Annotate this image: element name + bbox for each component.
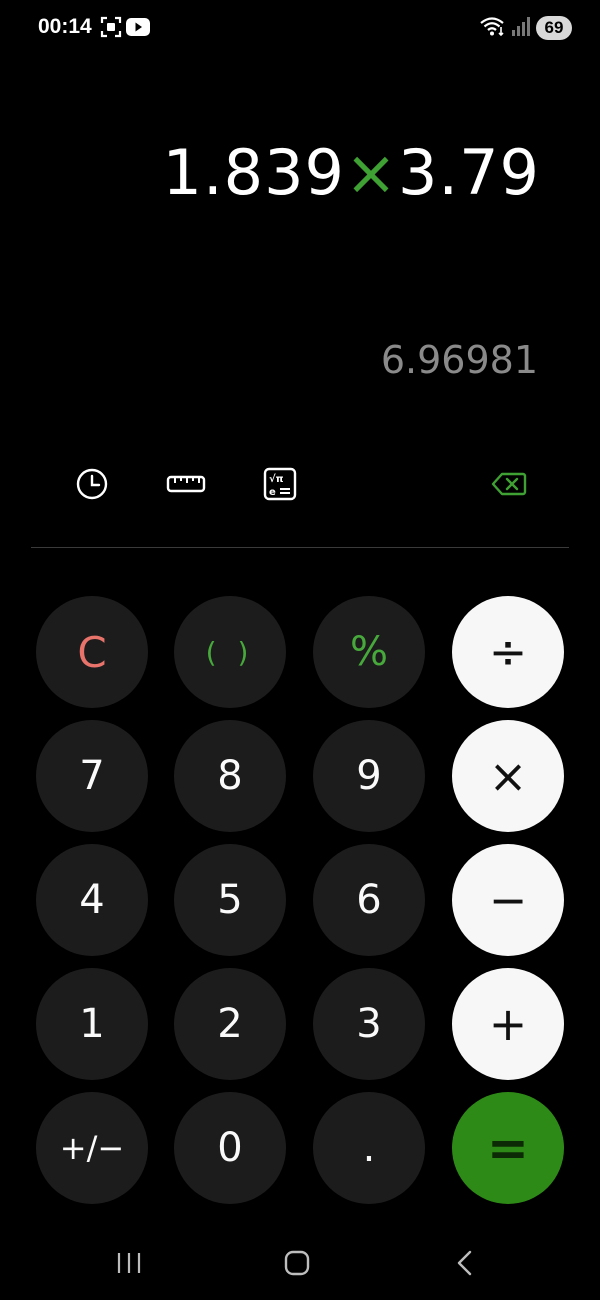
digit-7-button[interactable]: 7: [36, 720, 148, 832]
result-preview: 6.96981: [380, 338, 538, 382]
scientific-mode-button[interactable]: √π e: [262, 466, 298, 502]
digit-5-button[interactable]: 5: [174, 844, 286, 956]
add-button[interactable]: +: [452, 968, 564, 1080]
equals-button[interactable]: =: [452, 1092, 564, 1204]
signal-icon: [512, 16, 530, 41]
parentheses-button[interactable]: ( ): [174, 596, 286, 708]
youtube-icon: [126, 18, 150, 41]
operand-a: 1.839: [162, 136, 345, 209]
home-button[interactable]: [272, 1238, 322, 1288]
ruler-icon: [166, 475, 206, 493]
divide-button[interactable]: ÷: [452, 596, 564, 708]
digit-1-button[interactable]: 1: [36, 968, 148, 1080]
status-indicators: 69: [480, 15, 572, 41]
back-button[interactable]: [440, 1238, 490, 1288]
clear-button[interactable]: C: [36, 596, 148, 708]
multiply-button[interactable]: ×: [452, 720, 564, 832]
recent-apps-button[interactable]: [104, 1238, 154, 1288]
status-bar: 00:14 69: [0, 0, 600, 56]
digit-3-button[interactable]: 3: [313, 968, 425, 1080]
recent-apps-icon: [117, 1253, 141, 1273]
screen-recorder-icon: [100, 16, 122, 43]
display-divider: [31, 547, 569, 548]
expression-display: 1.839×3.79: [163, 136, 541, 209]
operator-symbol: ×: [345, 136, 398, 209]
digit-9-button[interactable]: 9: [313, 720, 425, 832]
toggle-sign-button[interactable]: +/−: [36, 1092, 148, 1204]
backspace-button[interactable]: [490, 466, 528, 502]
svg-text:e: e: [269, 487, 276, 498]
wifi-icon: [480, 15, 506, 42]
calculator-screen: 00:14 69 1.839×3.79 6.96981 √π e C () %…: [0, 0, 600, 1300]
svg-text:√π: √π: [269, 473, 284, 485]
scientific-mode-icon: √π e: [263, 467, 297, 501]
digit-6-button[interactable]: 6: [313, 844, 425, 956]
battery-badge: 69: [536, 16, 572, 40]
digit-2-button[interactable]: 2: [174, 968, 286, 1080]
unit-converter-button[interactable]: [166, 466, 206, 502]
clock-icon: [76, 468, 108, 500]
digit-8-button[interactable]: 8: [174, 720, 286, 832]
home-icon: [284, 1250, 310, 1276]
digit-4-button[interactable]: 4: [36, 844, 148, 956]
backspace-icon: [491, 472, 527, 496]
back-chevron-icon: [457, 1250, 472, 1276]
decimal-point-button[interactable]: .: [313, 1092, 425, 1204]
percent-button[interactable]: %: [313, 596, 425, 708]
status-time: 00:14: [38, 15, 92, 38]
subtract-button[interactable]: −: [452, 844, 564, 956]
operand-b: 3.79: [397, 136, 540, 209]
digit-0-button[interactable]: 0: [174, 1092, 286, 1204]
history-button[interactable]: [74, 466, 110, 502]
